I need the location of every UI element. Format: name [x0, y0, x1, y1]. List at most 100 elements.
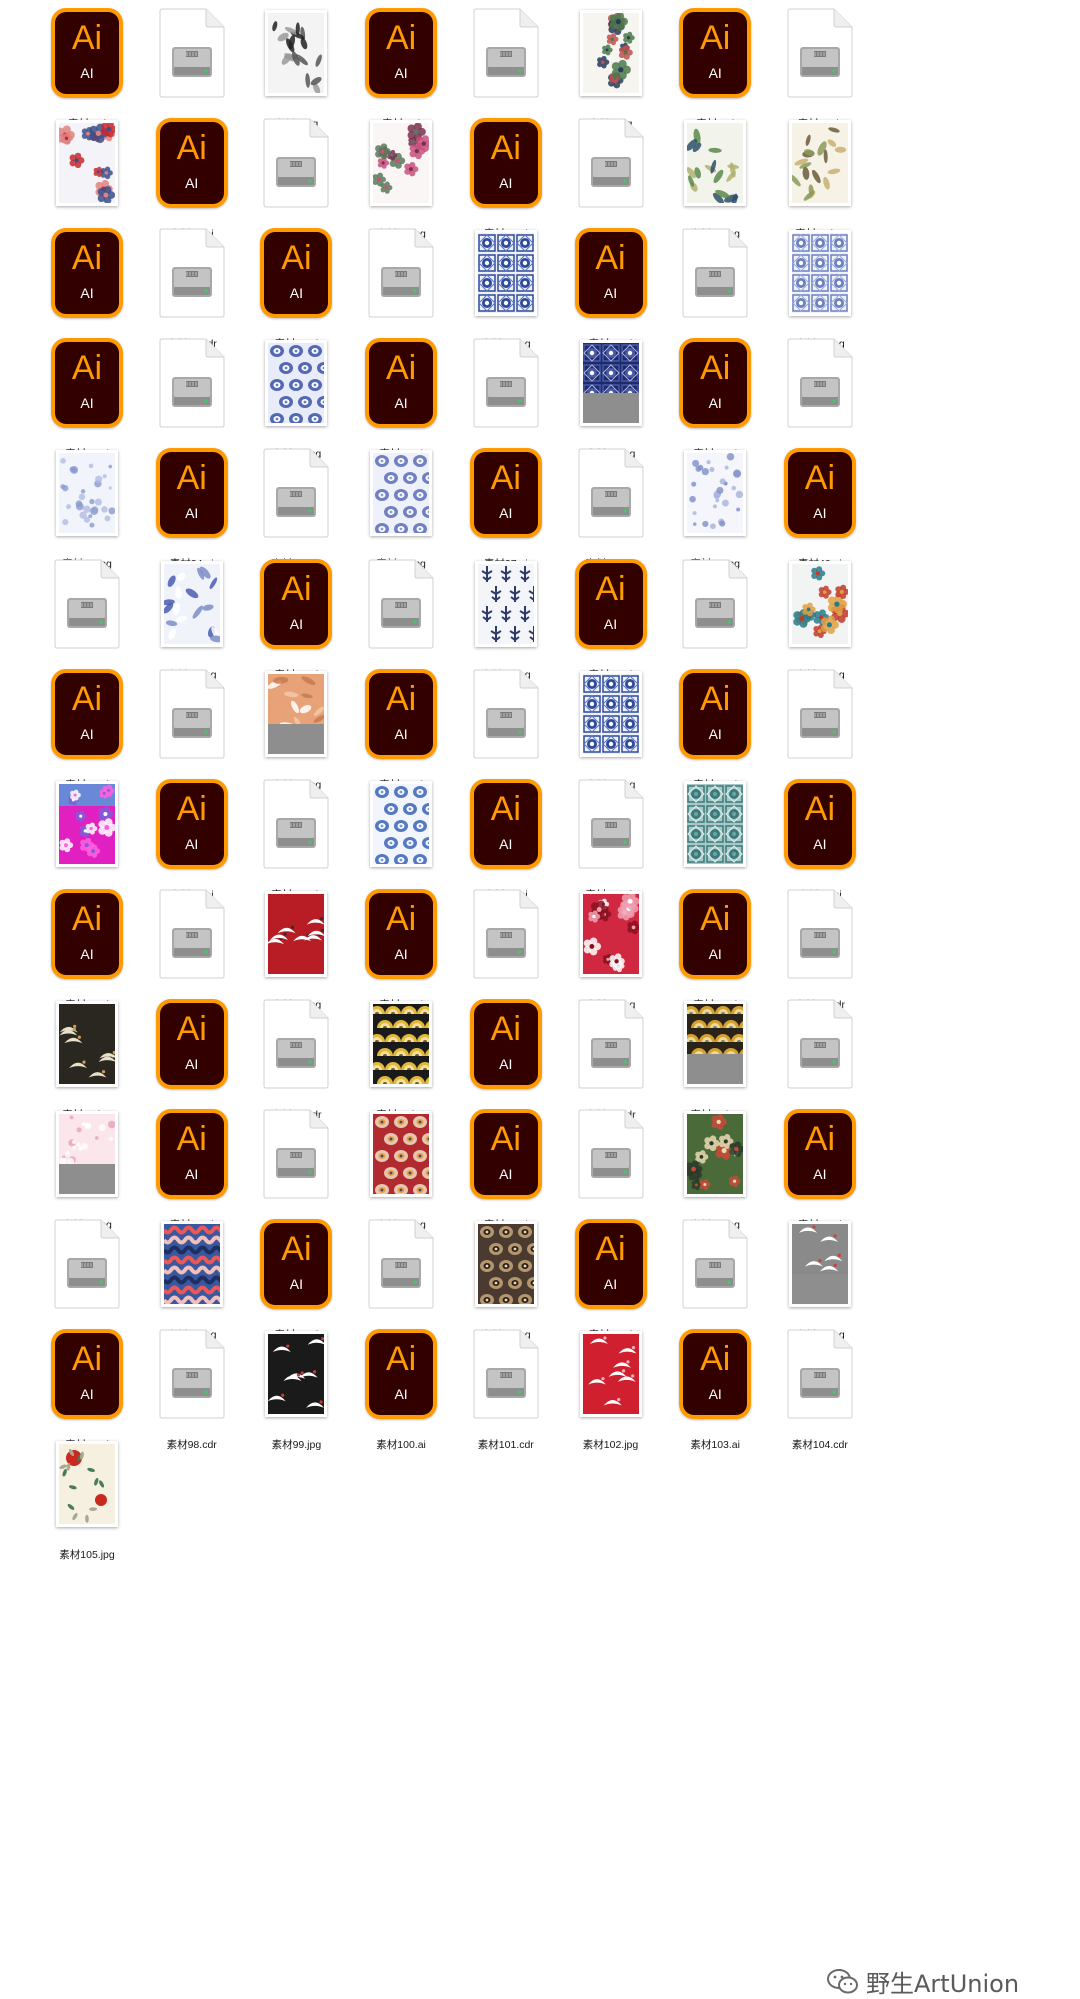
ai-icon-logo-text: Ai [490, 459, 521, 498]
jpg-pattern-preview [791, 563, 848, 644]
cdr-document-icon [368, 228, 434, 318]
jpg-preview [684, 780, 747, 867]
ai-icon-format-text: AI [813, 505, 827, 522]
cdr-document-icon [263, 1109, 329, 1199]
ai-icon-format-text: AI [813, 1166, 827, 1182]
ai-icon-logo-text: Ai [700, 679, 731, 718]
cdr-document-icon [578, 779, 643, 869]
jpg-pattern-preview [373, 1003, 430, 1084]
ai-icon-logo-text: Ai [176, 129, 207, 168]
ai-icon-logo-text: Ai [804, 789, 835, 828]
jpg-pattern-preview [59, 1003, 115, 1084]
jpg-pattern-preview [59, 1114, 115, 1194]
file-thumbnail [754, 226, 886, 334]
ai-icon-format-text: AI [499, 1055, 513, 1072]
cdr-document-icon [368, 1219, 434, 1309]
ai-icon-logo-text: Ai [281, 1230, 312, 1269]
ai-icon-logo-text: Ai [281, 569, 312, 608]
ai-icon-format-text: AI [80, 945, 94, 962]
file-thumbnail [754, 667, 886, 775]
jpg-pattern-preview [268, 13, 325, 93]
jpg-pattern-preview [582, 343, 639, 424]
ai-file-icon: Ai AI [365, 888, 438, 979]
jpg-pattern-preview [477, 1224, 534, 1305]
ai-icon-format-text: AI [289, 615, 303, 632]
file-item[interactable]: 素材104.cdr [754, 1327, 886, 1467]
ai-icon-format-text: AI [708, 65, 722, 81]
ai-file-icon: Ai AI [469, 998, 542, 1089]
file-thumbnail [21, 1437, 153, 1545]
jpg-preview [370, 780, 433, 867]
ai-file-icon: Ai AI [365, 8, 438, 98]
jpg-preview [684, 1000, 747, 1087]
jpg-pattern-preview [687, 123, 744, 204]
ai-icon-logo-text: Ai [385, 349, 417, 388]
cdr-document-icon [578, 448, 643, 538]
jpg-preview [684, 450, 747, 537]
ai-icon-format-text: AI [80, 65, 94, 81]
ai-icon-format-text: AI [80, 395, 94, 412]
ai-icon-logo-text: Ai [385, 899, 417, 938]
ai-file-icon: Ai AI [679, 8, 752, 98]
cdr-document-icon [473, 338, 539, 428]
cdr-document-icon [263, 779, 329, 869]
ai-icon-format-text: AI [80, 285, 94, 302]
file-thumbnail: Ai AI [754, 446, 886, 554]
jpg-pattern-preview [582, 1334, 639, 1415]
file-thumbnail: Ai AI [754, 777, 886, 885]
cdr-document-icon [473, 669, 539, 759]
ai-icon-logo-text: Ai [176, 459, 207, 498]
ai-icon-logo-text: Ai [281, 239, 312, 278]
cdr-document-icon [54, 559, 120, 648]
jpg-pattern-preview [477, 233, 534, 314]
ai-icon-logo-text: Ai [176, 789, 207, 828]
jpg-preview [579, 1331, 642, 1418]
jpg-preview [684, 120, 747, 207]
ai-icon-logo-text: Ai [71, 1340, 103, 1379]
jpg-preview [56, 120, 118, 207]
jpg-preview [579, 890, 642, 977]
jpg-preview [370, 1000, 433, 1087]
cdr-document-icon [368, 559, 434, 648]
file-thumbnail [754, 997, 886, 1105]
ai-icon-format-text: AI [289, 285, 303, 302]
cdr-document-icon [473, 889, 539, 979]
jpg-preview [265, 340, 328, 427]
ai-icon-logo-text: Ai [595, 1230, 626, 1269]
jpg-pattern-preview [791, 233, 848, 314]
ai-icon-logo-text: Ai [385, 1340, 417, 1379]
jpg-pattern-preview [268, 1334, 325, 1415]
cdr-document-icon [787, 669, 853, 759]
jpg-preview [56, 1111, 118, 1197]
ai-icon-logo-text: Ai [700, 899, 731, 938]
file-name: 素材104.cdr [791, 1439, 848, 1452]
ai-file-icon: Ai AI [51, 8, 123, 98]
ai-icon-logo-text: Ai [176, 1009, 207, 1048]
jpg-preview [265, 10, 328, 96]
ai-file-icon: Ai AI [574, 1219, 647, 1310]
jpg-preview [579, 10, 642, 96]
cdr-document-icon [159, 889, 225, 979]
file-item[interactable]: 素材105.jpg [21, 1437, 153, 1577]
ai-icon-format-text: AI [708, 725, 722, 742]
ai-icon-logo-text: Ai [700, 19, 731, 57]
ai-icon-format-text: AI [80, 1386, 94, 1403]
ai-file-icon: Ai AI [469, 448, 542, 539]
ai-icon-format-text: AI [394, 945, 408, 962]
ai-icon-format-text: AI [185, 835, 199, 852]
ai-icon-format-text: AI [394, 725, 408, 742]
ai-file-icon: Ai AI [155, 1109, 228, 1199]
ai-file-icon: Ai AI [783, 778, 856, 869]
cdr-document-icon [263, 999, 329, 1089]
ai-file-icon: Ai AI [469, 1109, 542, 1199]
jpg-preview [265, 1331, 328, 1418]
jpg-pattern-preview [373, 1114, 430, 1194]
cdr-document-icon [263, 118, 329, 208]
watermark: 野生ArtUnion [826, 1964, 1019, 1999]
ai-file-icon: Ai AI [679, 668, 752, 759]
cdr-document-icon [682, 559, 748, 648]
file-thumbnail [754, 336, 886, 444]
ai-file-icon: Ai AI [679, 888, 752, 979]
file-thumbnail [754, 116, 886, 224]
jpg-pattern-preview [373, 783, 430, 864]
